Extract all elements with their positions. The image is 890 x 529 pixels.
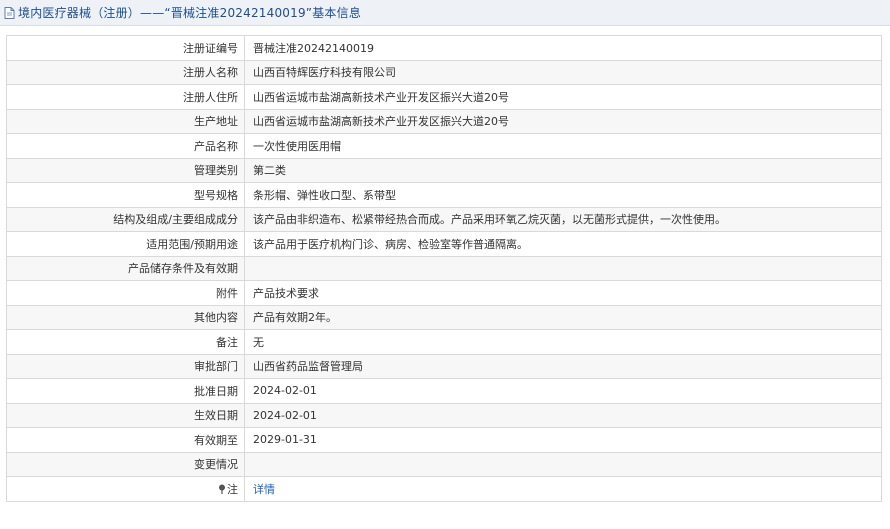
note-label: 注 [227,482,238,496]
row-value [244,451,882,477]
table-row: 产品名称 一次性使用医用帽 [6,133,882,159]
row-value: 第二类 [244,157,882,183]
table-row: 型号规格 条形帽、弹性收口型、系带型 [6,182,882,208]
row-value: 晋械注准20242140019 [244,35,882,61]
row-value: 2024-02-01 [244,378,882,404]
row-label: 产品名称 [6,133,245,159]
row-label: 管理类别 [6,157,245,183]
row-value: 该产品由非织造布、松紧带经热合而成。产品采用环氧乙烷灭菌，以无菌形式提供，一次性… [244,206,882,232]
table-row: 适用范围/预期用途 该产品用于医疗机构门诊、病房、检验室等作普通隔离。 [6,231,882,257]
row-label: 变更情况 [6,451,245,477]
row-label: 结构及组成/主要组成成分 [6,206,245,232]
row-value: 2029-01-31 [244,427,882,453]
note-label-cell: 注 [6,476,245,502]
table-row: 审批部门 山西省药品监督管理局 [6,353,882,379]
row-value: 一次性使用医用帽 [244,133,882,159]
table-row: 结构及组成/主要组成成分 该产品由非织造布、松紧带经热合而成。产品采用环氧乙烷灭菌… [6,206,882,232]
row-label: 注册人名称 [6,59,245,85]
row-label: 附件 [6,280,245,306]
page-title: 境内医疗器械（注册）——“晋械注准20242140019”基本信息 [18,6,362,20]
row-value [244,255,882,281]
row-value: 山西省运城市盐湖高新技术产业开发区振兴大道20号 [244,108,882,134]
row-value: 产品技术要求 [244,280,882,306]
table-row: 生产地址 山西省运城市盐湖高新技术产业开发区振兴大道20号 [6,108,882,134]
row-label: 产品储存条件及有效期 [6,255,245,281]
table-row: 批准日期 2024-02-01 [6,378,882,404]
table-row: 变更情况 [6,451,882,477]
table-row: 有效期至 2029-01-31 [6,427,882,453]
table-row: 附件 产品技术要求 [6,280,882,306]
info-table: 注册证编号 晋械注准20242140019 注册人名称 山西百特辉医疗科技有限公司 注册… [6,35,882,502]
page-header: 境内医疗器械（注册）——“晋械注准20242140019”基本信息 [0,0,890,26]
row-label: 有效期至 [6,427,245,453]
row-label: 注册证编号 [6,35,245,61]
document-icon [4,6,15,19]
row-value: 条形帽、弹性收口型、系带型 [244,182,882,208]
table-row: 产品储存条件及有效期 [6,255,882,281]
table-row: 其他内容 产品有效期2年。 [6,304,882,330]
table-row: 管理类别 第二类 [6,157,882,183]
row-value: 山西省运城市盐湖高新技术产业开发区振兴大道20号 [244,84,882,110]
row-value: 无 [244,329,882,355]
row-label: 备注 [6,329,245,355]
row-label: 审批部门 [6,353,245,379]
row-label: 生效日期 [6,402,245,428]
row-value: 山西百特辉医疗科技有限公司 [244,59,882,85]
table-row: 生效日期 2024-02-01 [6,402,882,428]
details-link[interactable]: 详情 [253,483,275,496]
row-label: 注册人住所 [6,84,245,110]
row-value: 产品有效期2年。 [244,304,882,330]
pin-icon [219,484,225,494]
table-row: 备注无 [6,329,882,355]
row-value: 2024-02-01 [244,402,882,428]
table-row: 注册人名称 山西百特辉医疗科技有限公司 [6,59,882,85]
table-row: 注册人住所 山西省运城市盐湖高新技术产业开发区振兴大道20号 [6,84,882,110]
row-value: 该产品用于医疗机构门诊、病房、检验室等作普通隔离。 [244,231,882,257]
row-label: 生产地址 [6,108,245,134]
row-value: 山西省药品监督管理局 [244,353,882,379]
note-value-cell: 详情 [244,476,882,502]
row-label: 型号规格 [6,182,245,208]
row-label: 批准日期 [6,378,245,404]
row-label: 适用范围/预期用途 [6,231,245,257]
note-row: 注 详情 [6,476,882,502]
row-label: 其他内容 [6,304,245,330]
table-row: 注册证编号 晋械注准20242140019 [6,35,882,61]
